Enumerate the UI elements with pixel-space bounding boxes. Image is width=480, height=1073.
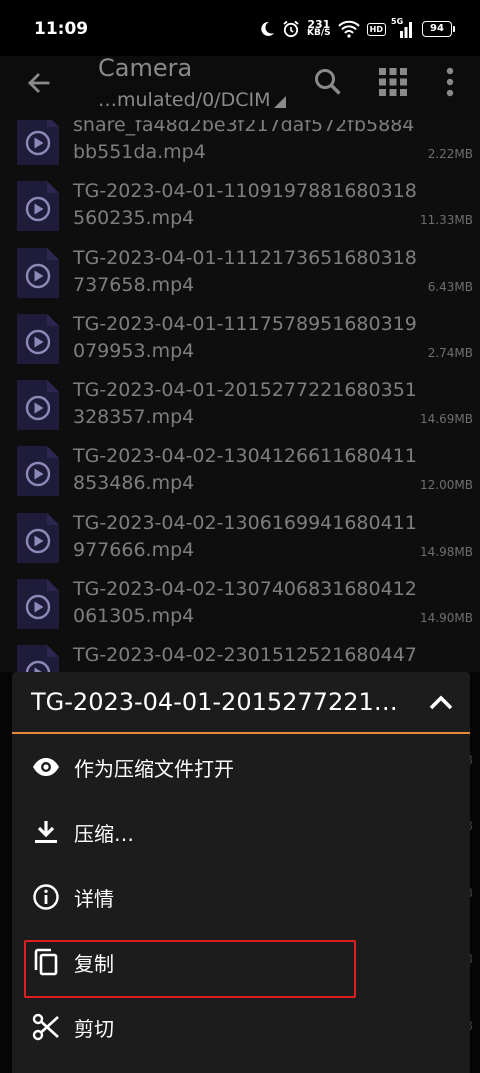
chevron-up-icon[interactable] bbox=[426, 688, 456, 718]
download-icon bbox=[32, 818, 60, 846]
sheet-header: TG-2023-04-01-2015277221680351328357.mp4 bbox=[12, 672, 470, 734]
file-list: share_fa48d2be3f217daf572fb5884bb551da.m… bbox=[0, 120, 480, 680]
menu-item-eye[interactable]: 作为压缩文件打开 bbox=[12, 734, 470, 799]
sheet-title: TG-2023-04-01-2015277221680351328357.mp4 bbox=[31, 688, 411, 716]
path-dropdown-icon bbox=[274, 96, 287, 108]
video-file-icon bbox=[17, 247, 59, 298]
file-name: TG-2023-04-02-1306169941680411977666.mp4 bbox=[73, 511, 417, 561]
file-row[interactable]: share_fa48d2be3f217daf572fb5884bb551da.m… bbox=[0, 120, 480, 170]
file-name: TG-2023-04-02-1304126611680411853486.mp4 bbox=[73, 445, 417, 495]
file-row[interactable]: TG-2023-04-02-1307406831680412061305.mp4… bbox=[0, 568, 480, 634]
moon-icon bbox=[261, 21, 275, 36]
video-file-icon bbox=[17, 120, 59, 165]
file-name: TG-2023-04-01-1109197881680318560235.mp4 bbox=[73, 180, 417, 230]
file-size: 11.33MB bbox=[420, 213, 473, 228]
status-time: 11:09 bbox=[34, 19, 89, 39]
grid-icon bbox=[379, 68, 407, 96]
video-file-icon bbox=[17, 579, 59, 630]
alarm-icon bbox=[283, 20, 299, 38]
grid-view-button[interactable] bbox=[373, 62, 413, 102]
file-size: 6.43MB bbox=[427, 279, 473, 294]
status-icons: 231 KB/S HD 5G 94 bbox=[259, 17, 455, 41]
eye-icon bbox=[32, 753, 60, 781]
highlight-box bbox=[24, 940, 356, 998]
menu-item-label: 作为压缩文件打开 bbox=[74, 757, 234, 781]
menu-item-scissors[interactable]: 剪切 bbox=[12, 994, 470, 1059]
scissors-icon bbox=[32, 1013, 60, 1041]
info-icon bbox=[32, 883, 60, 911]
file-name: TG-2023-04-01-1112173651680318737658.mp4 bbox=[73, 246, 417, 296]
menu-item-label: 详情 bbox=[74, 887, 114, 911]
file-row[interactable]: TG-2023-04-02-1306169941680411977666.mp4… bbox=[0, 502, 480, 568]
video-file-icon bbox=[17, 313, 59, 364]
toolbar: Camera …mulated/0/DCIM bbox=[0, 54, 480, 120]
menu-item-info[interactable]: 详情 bbox=[12, 864, 470, 929]
file-size: 2.74MB bbox=[427, 345, 473, 360]
search-icon bbox=[315, 69, 341, 95]
status-bar: 11:09 231 KB/S HD 5G 94 bbox=[0, 0, 480, 56]
context-menu-sheet: TG-2023-04-01-2015277221680351328357.mp4… bbox=[12, 672, 470, 1073]
hd-badge: HD bbox=[366, 22, 386, 36]
file-name: TG-2023-04-01-1117578951680319079953.mp4 bbox=[73, 312, 417, 362]
video-file-icon bbox=[17, 380, 59, 431]
net-speed: 231 KB/S bbox=[307, 18, 331, 38]
more-options-button[interactable] bbox=[430, 62, 470, 102]
file-size: 14.90MB bbox=[420, 611, 473, 626]
file-row[interactable]: TG-2023-04-01-2015277221680351328357.mp4… bbox=[0, 369, 480, 435]
file-size: 12.00MB bbox=[420, 478, 473, 493]
menu-item-label: 压缩… bbox=[74, 822, 134, 846]
file-row[interactable]: TG-2023-04-01-1117578951680319079953.mp4… bbox=[0, 303, 480, 369]
file-size: 2.22MB bbox=[427, 147, 473, 161]
folder-path[interactable]: …mulated/0/DCIM bbox=[98, 89, 287, 111]
file-name: TG-2023-04-02-1307406831680412061305.mp4 bbox=[73, 578, 417, 628]
wifi-icon bbox=[337, 20, 360, 38]
back-arrow-icon[interactable] bbox=[22, 66, 56, 100]
search-button[interactable] bbox=[308, 62, 348, 102]
menu-item-label: 剪切 bbox=[74, 1017, 114, 1041]
file-size: 14.69MB bbox=[420, 412, 473, 427]
file-name: share_fa48d2be3f217daf572fb5884bb551da.m… bbox=[73, 120, 415, 163]
menu-item-download[interactable]: 压缩… bbox=[12, 799, 470, 864]
folder-path-text: …mulated/0/DCIM bbox=[98, 89, 271, 111]
file-name: TG-2023-04-01-2015277221680351328357.mp4 bbox=[73, 379, 417, 429]
file-row[interactable]: TG-2023-04-01-1109197881680318560235.mp4… bbox=[0, 170, 480, 236]
file-row[interactable]: TG-2023-04-01-1112173651680318737658.mp4… bbox=[0, 237, 480, 303]
folder-title: Camera bbox=[98, 54, 193, 82]
video-file-icon bbox=[17, 181, 59, 232]
video-file-icon bbox=[17, 446, 59, 497]
more-vert-icon bbox=[446, 67, 454, 97]
battery-icon: 94 bbox=[422, 21, 455, 37]
video-file-icon bbox=[17, 512, 59, 563]
signal-icon: 5G bbox=[391, 17, 415, 38]
file-row[interactable]: TG-2023-04-02-1304126611680411853486.mp4… bbox=[0, 435, 480, 501]
file-size: 14.98MB bbox=[420, 544, 473, 559]
